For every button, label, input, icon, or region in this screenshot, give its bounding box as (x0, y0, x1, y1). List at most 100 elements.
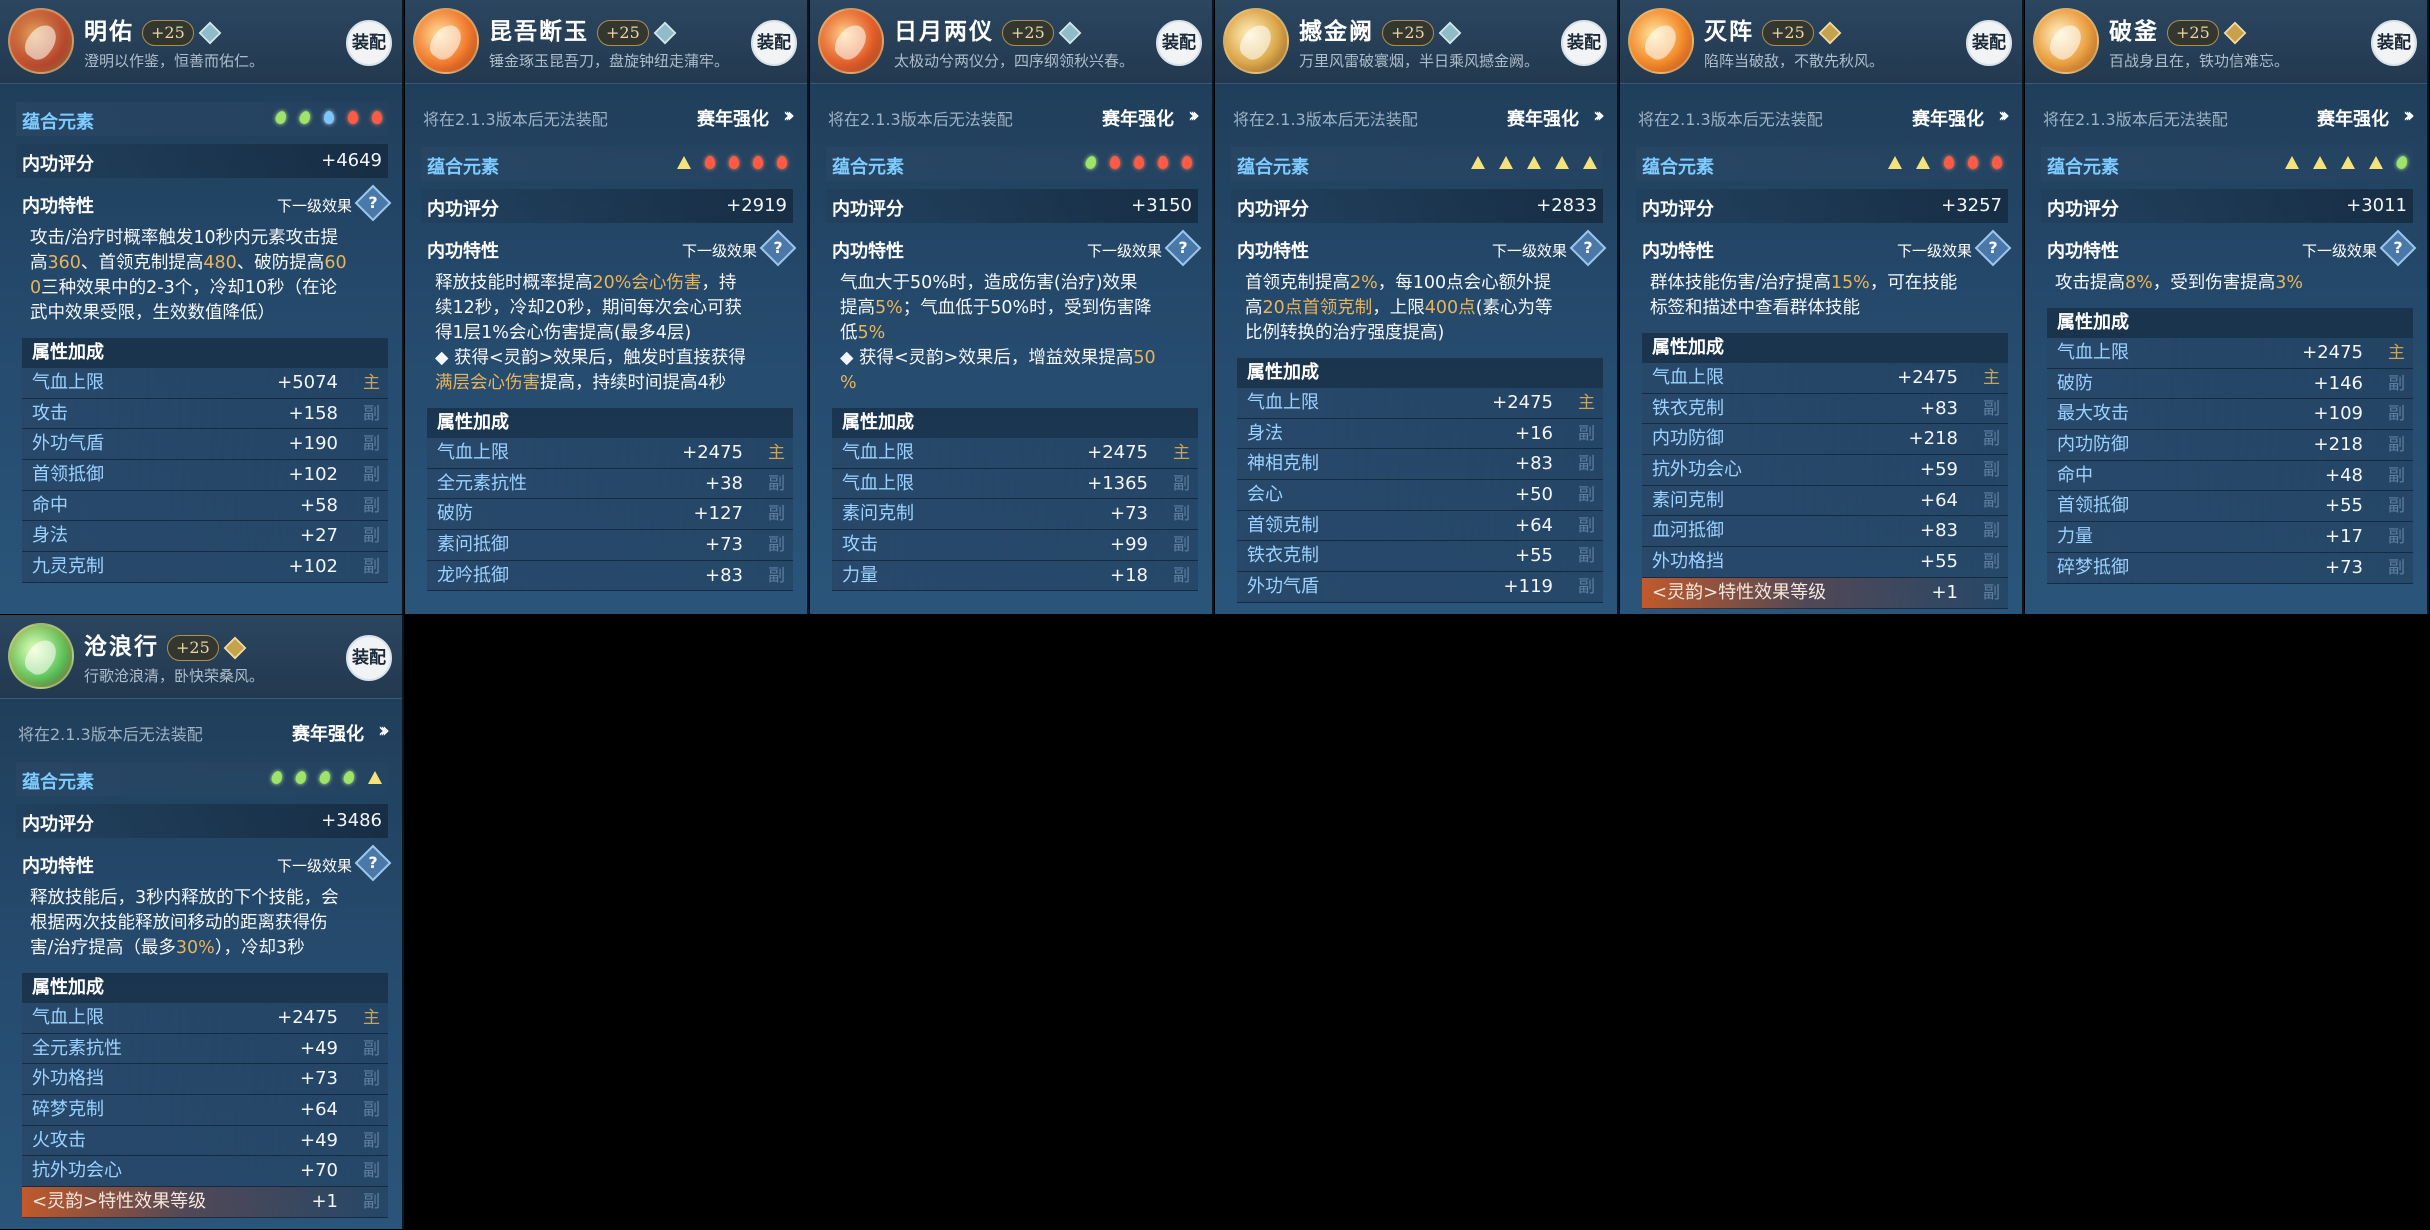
element-icons (2271, 153, 2409, 174)
sub-stat-icon: 副 (2388, 435, 2405, 456)
help-icon[interactable]: ? (2379, 229, 2417, 267)
next-level-link[interactable]: 下一级效果 (277, 195, 352, 216)
desc-text: 比例转换的治疗强度提高) (1245, 323, 1445, 343)
trait-label: 内功特性 (22, 196, 94, 217)
season-bar[interactable]: 将在2.1.3版本后无法装配 赛年强化 ››› (2043, 103, 2415, 131)
chevron-right-icon: ››› (2403, 103, 2415, 127)
trait-label: 内功特性 (1642, 241, 1714, 262)
chevron-right-icon: ››› (1593, 103, 1605, 127)
xinfa-title: 沧浪行 +25 (84, 627, 247, 661)
attribute-row: 攻击 +158 副 (22, 398, 388, 430)
attribute-row: 气血上限 +2475 主 (1642, 363, 2008, 394)
desc-text: ◆ 获得<灵韵>效果后，触发时直接获得 (435, 348, 746, 368)
xinfa-card[interactable]: 撼金阙 +25 万里风雷破寰烟，半日乘风撼金阙。 装配 将在2.1.3版本后无法装配 赛年… (1215, 0, 1619, 614)
xinfa-card[interactable]: 日月两仪 +25 太极动兮两仪分，四序纲领秋兴春。 装配 将在2.1.3版本后无法装配 赛… (810, 0, 1214, 614)
help-icon[interactable]: ? (1974, 229, 2012, 267)
help-icon[interactable]: ? (759, 229, 797, 267)
equip-button[interactable]: 装配 (1156, 20, 1202, 66)
attribute-row: 攻击 +99 副 (832, 530, 1198, 561)
equip-button[interactable]: 装配 (346, 20, 392, 66)
red-element-icon (1134, 156, 1144, 169)
trait-row: 内功特性 下一级效果? (826, 229, 1202, 267)
highlight-value: 3% (2275, 273, 2304, 293)
help-icon[interactable]: ? (1569, 229, 1607, 267)
attribute-name: 最大攻击 (2057, 403, 2129, 425)
attribute-name: 九灵克制 (32, 556, 104, 578)
season-enhance-link[interactable]: 赛年强化 (697, 105, 769, 131)
attribute-row: 气血上限 +1365 副 (832, 468, 1198, 500)
attribute-name: 气血上限 (1652, 367, 1724, 388)
main-stat-icon: 主 (2388, 343, 2405, 363)
equip-button[interactable]: 装配 (346, 635, 392, 681)
equip-button[interactable]: 装配 (1561, 20, 1607, 66)
season-enhance-link[interactable]: 赛年强化 (2317, 105, 2389, 131)
attribute-row: 气血上限 +2475 主 (427, 438, 793, 469)
sub-stat-icon: 副 (768, 535, 785, 556)
season-notice: 将在2.1.3版本后无法装配 (18, 725, 203, 744)
level-badge: +25 (1382, 20, 1434, 46)
xinfa-title: 昆吾断玉 +25 (489, 12, 677, 46)
attribute-name: <灵韵>特性效果等级 (1652, 581, 1827, 603)
red-element-icon (1158, 156, 1168, 169)
red-element-icon (1968, 156, 1978, 169)
rank-diamond-icon (198, 21, 222, 45)
attribute-row: <灵韵>特性效果等级 +1 副 (22, 1187, 388, 1218)
equip-button[interactable]: 装配 (2371, 20, 2417, 66)
xinfa-card[interactable]: 明佑 +25 澄明以作鉴，恒善而佑仁。 装配 蕴合元素 内功评分 +4649 内功特性 下一级效… (0, 0, 404, 614)
season-enhance-link[interactable]: 赛年强化 (292, 720, 364, 746)
main-stat-icon: 主 (363, 373, 380, 393)
highlight-value: 2% (1350, 273, 1378, 293)
sub-stat-icon: 副 (1578, 454, 1595, 475)
season-bar[interactable]: 将在2.1.3版本后无法装配 赛年强化 ››› (1638, 103, 2010, 131)
attribute-row: 火攻击 +49 副 (22, 1125, 388, 1157)
score-label: 内功评分 (2047, 199, 2119, 220)
next-level-link[interactable]: 下一级效果 (2302, 240, 2377, 261)
xinfa-card[interactable]: 灭阵 +25 陷阵当破敌，不散先秋风。 装配 将在2.1.3版本后无法装配 赛年强化 ›››… (1620, 0, 2024, 614)
next-level-link[interactable]: 下一级效果 (1492, 240, 1567, 261)
desc-text: 续12秒，冷却20秒，期间每次会心可获 (435, 298, 743, 318)
season-bar[interactable]: 将在2.1.3版本后无法装配 赛年强化 ››› (423, 103, 795, 131)
desc-text: 首领克制提高 (1245, 273, 1350, 293)
next-level-link[interactable]: 下一级效果 (1897, 240, 1972, 261)
main-stat-icon: 主 (768, 443, 785, 463)
attribute-value: +83 (1920, 397, 1958, 419)
attribute-name: 首领克制 (1247, 514, 1319, 536)
xinfa-card[interactable]: 沧浪行 +25 行歌沧浪清，卧快荣桑风。 装配 将在2.1.3版本后无法装配 赛年强化 ››… (0, 615, 404, 1229)
trait-label: 内功特性 (1237, 241, 1309, 262)
score-value: +3011 (2346, 195, 2407, 216)
season-bar[interactable]: 将在2.1.3版本后无法装配 赛年强化 ››› (1233, 103, 1605, 131)
attribute-value: +190 (288, 433, 338, 455)
desc-text: 标签和描述中查看群体技能 (1650, 298, 1860, 318)
season-enhance-link[interactable]: 赛年强化 (1507, 105, 1579, 131)
season-enhance-link[interactable]: 赛年强化 (1912, 105, 1984, 131)
help-icon[interactable]: ? (354, 844, 392, 882)
xinfa-card[interactable]: 昆吾断玉 +25 锤金琢玉昆吾刀，盘旋钟纽走蒲牢。 装配 将在2.1.3版本后无法装配 赛… (405, 0, 809, 614)
elements-label: 蕴合元素 (22, 112, 94, 133)
attribute-value: +2475 (2302, 342, 2363, 363)
season-bar[interactable]: 将在2.1.3版本后无法装配 赛年强化 ››› (828, 103, 1200, 131)
next-level-link[interactable]: 下一级效果 (682, 240, 757, 261)
green-element-icon (270, 769, 284, 786)
equip-button[interactable]: 装配 (751, 20, 797, 66)
yellow-element-icon (368, 771, 382, 784)
xinfa-card[interactable]: 破釜 +25 百战身且在，铁功信难忘。 装配 将在2.1.3版本后无法装配 赛年强化 ›››… (2025, 0, 2429, 614)
trait-row: 内功特性 下一级效果? (421, 229, 797, 267)
attribute-row: 外功气盾 +119 副 (1237, 572, 1603, 603)
elements-row: 蕴合元素 (826, 147, 1198, 181)
season-bar[interactable]: 将在2.1.3版本后无法装配 赛年强化 ››› (18, 718, 390, 746)
attribute-row: 碎梦抵御 +73 副 (2047, 552, 2413, 584)
attribute-name: 铁衣克制 (1652, 397, 1724, 419)
season-enhance-link[interactable]: 赛年强化 (1102, 105, 1174, 131)
next-level-link[interactable]: 下一级效果 (277, 855, 352, 876)
help-icon[interactable]: ? (354, 184, 392, 222)
help-icon[interactable]: ? (1164, 229, 1202, 267)
equip-button[interactable]: 装配 (1966, 20, 2012, 66)
next-level-link[interactable]: 下一级效果 (1087, 240, 1162, 261)
attribute-title: 属性加成 (2047, 308, 2413, 338)
attribute-value: +1 (311, 1191, 338, 1213)
attribute-title: 属性加成 (1237, 358, 1603, 388)
card-header: 撼金阙 +25 万里风雷破寰烟，半日乘风撼金阙。 装配 (1215, 0, 1617, 84)
attribute-row: 命中 +58 副 (22, 490, 388, 522)
sub-stat-icon: 副 (1578, 423, 1595, 444)
attribute-name: 气血上限 (1247, 392, 1319, 413)
